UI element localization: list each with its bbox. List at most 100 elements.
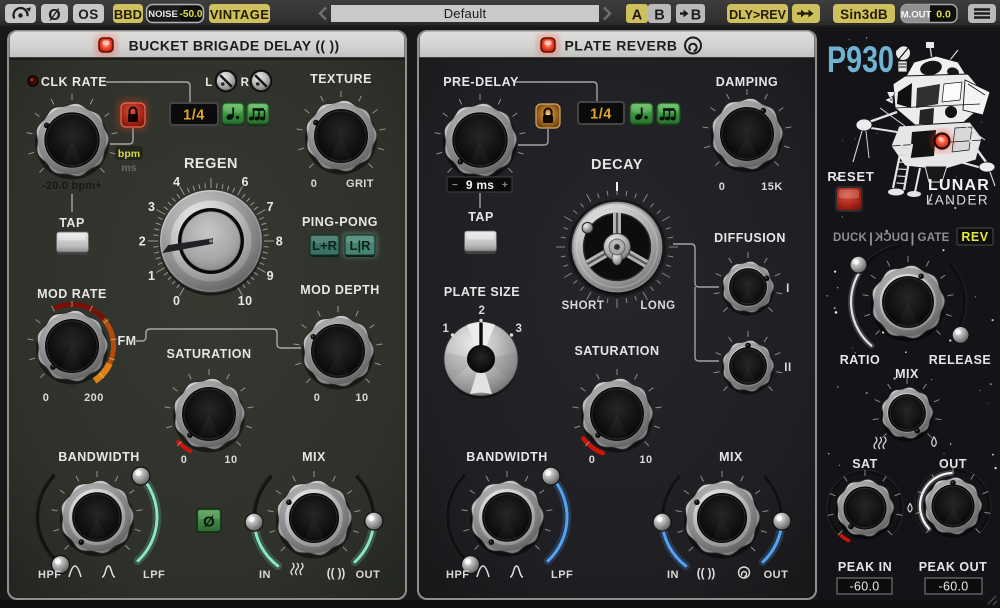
svg-text:IN: IN (259, 569, 271, 581)
svg-text:MOD DEPTH: MOD DEPTH (300, 283, 380, 297)
svg-text:SATURATION: SATURATION (574, 344, 659, 358)
svg-text:3: 3 (516, 323, 523, 335)
svg-text:DUCK: DUCK (833, 232, 868, 244)
svg-text:LONG: LONG (640, 300, 675, 312)
svg-text:MIX: MIX (719, 450, 743, 464)
svg-text:LPF: LPF (143, 569, 165, 581)
svg-text:REGEN: REGEN (184, 156, 238, 172)
svg-text:0: 0 (173, 294, 180, 308)
svg-text:4: 4 (173, 175, 180, 189)
svg-text:OS: OS (78, 7, 99, 22)
svg-text:NOISE: NOISE (148, 9, 178, 20)
svg-text:P930: P930 (827, 39, 894, 80)
svg-text:SAT: SAT (852, 457, 878, 471)
svg-text:10: 10 (355, 392, 368, 404)
svg-text:DECAY: DECAY (591, 157, 643, 173)
svg-text:3: 3 (148, 200, 155, 214)
svg-text:L: L (205, 77, 213, 89)
svg-text:0: 0 (181, 454, 188, 466)
svg-text:CLK RATE: CLK RATE (41, 75, 107, 89)
svg-text:DUCK: DUCK (874, 232, 909, 244)
svg-text:6: 6 (241, 175, 248, 189)
svg-text:−: − (452, 180, 458, 191)
svg-text:0: 0 (589, 454, 596, 466)
svg-text:-60.0: -60.0 (939, 580, 969, 594)
svg-text:MOD RATE: MOD RATE (37, 287, 107, 301)
svg-text:FM: FM (117, 334, 136, 348)
svg-text:OUT: OUT (356, 569, 381, 581)
svg-text:B: B (691, 8, 701, 24)
svg-text:HPF: HPF (446, 569, 470, 581)
svg-text:BANDWIDTH: BANDWIDTH (466, 450, 548, 464)
svg-text:2: 2 (479, 305, 486, 317)
svg-text:OUT: OUT (764, 569, 789, 581)
svg-text:|: | (911, 230, 915, 246)
svg-text:0: 0 (719, 181, 726, 193)
svg-text:LANDER: LANDER (926, 193, 989, 208)
svg-text:PEAK OUT: PEAK OUT (919, 560, 988, 574)
svg-text:B: B (654, 8, 664, 24)
svg-text:IN: IN (667, 569, 679, 581)
svg-text:L+R: L+R (312, 238, 338, 253)
svg-text:ms: ms (121, 162, 136, 174)
svg-text:0: 0 (314, 392, 321, 404)
svg-text:PRE-DELAY: PRE-DELAY (443, 75, 519, 89)
svg-text:DIFFUSION: DIFFUSION (714, 231, 786, 245)
svg-text:BANDWIDTH: BANDWIDTH (58, 450, 140, 464)
svg-text:R: R (241, 77, 250, 89)
svg-text:10: 10 (238, 294, 253, 308)
svg-text:REV: REV (961, 230, 988, 244)
svg-text:7: 7 (267, 200, 274, 214)
svg-text:RATIO: RATIO (840, 353, 880, 367)
svg-text:0: 0 (311, 178, 318, 190)
svg-text:Ø: Ø (48, 7, 60, 24)
svg-text:0.0: 0.0 (936, 9, 951, 21)
svg-text:PEAK IN: PEAK IN (838, 560, 892, 574)
svg-text:-50.0: -50.0 (180, 9, 203, 20)
svg-text:GATE: GATE (918, 232, 950, 244)
svg-text:0: 0 (43, 392, 50, 404)
svg-text:II: II (784, 362, 791, 374)
svg-text:|: | (869, 230, 873, 246)
svg-text:BUCKET BRIGADE DELAY (( )): BUCKET BRIGADE DELAY (( )) (129, 38, 340, 54)
svg-text:RELEASE: RELEASE (929, 353, 992, 367)
svg-text:(( )): (( )) (327, 568, 346, 580)
svg-text:A: A (632, 8, 643, 24)
svg-text:TEXTURE: TEXTURE (310, 72, 372, 86)
svg-text:RESET: RESET (827, 169, 874, 184)
svg-text:10: 10 (224, 454, 237, 466)
svg-text:SATURATION: SATURATION (166, 347, 251, 361)
svg-text:HPF: HPF (38, 569, 62, 581)
svg-text:9 ms: 9 ms (466, 178, 494, 192)
svg-text:MIX: MIX (302, 450, 326, 464)
svg-text:TAP: TAP (468, 210, 494, 224)
svg-text:PING-PONG: PING-PONG (302, 215, 378, 229)
svg-text:LPF: LPF (551, 569, 573, 581)
svg-text:-60.0: -60.0 (850, 580, 880, 594)
svg-text:M.OUT: M.OUT (901, 10, 932, 21)
svg-text:Ø: Ø (203, 514, 215, 531)
svg-text:10: 10 (639, 454, 652, 466)
svg-text:DLY>REV: DLY>REV (729, 8, 787, 22)
svg-text:1/4: 1/4 (590, 107, 612, 123)
svg-text:VINTAGE: VINTAGE (210, 7, 270, 22)
svg-text:9: 9 (267, 269, 274, 283)
svg-text:I: I (786, 283, 790, 295)
svg-text:(( )): (( )) (697, 568, 716, 580)
svg-text:-20.0 bpm+: -20.0 bpm+ (42, 180, 102, 192)
svg-text:BBD: BBD (114, 7, 142, 22)
svg-text:Default: Default (444, 6, 487, 21)
svg-text:LUNAR: LUNAR (928, 177, 990, 194)
svg-text:TAP: TAP (59, 216, 85, 230)
svg-text:1/4: 1/4 (183, 108, 205, 124)
svg-text:1: 1 (148, 269, 155, 283)
svg-text:GRIT: GRIT (346, 178, 374, 190)
svg-text:PLATE SIZE: PLATE SIZE (444, 285, 520, 299)
svg-text:2: 2 (139, 235, 146, 249)
svg-text:1: 1 (443, 323, 450, 335)
svg-text:15K: 15K (761, 181, 783, 193)
svg-text:SHORT: SHORT (562, 300, 605, 312)
svg-text:L|R: L|R (350, 238, 372, 253)
svg-text:DAMPING: DAMPING (716, 75, 779, 89)
svg-text:+: + (502, 180, 508, 191)
